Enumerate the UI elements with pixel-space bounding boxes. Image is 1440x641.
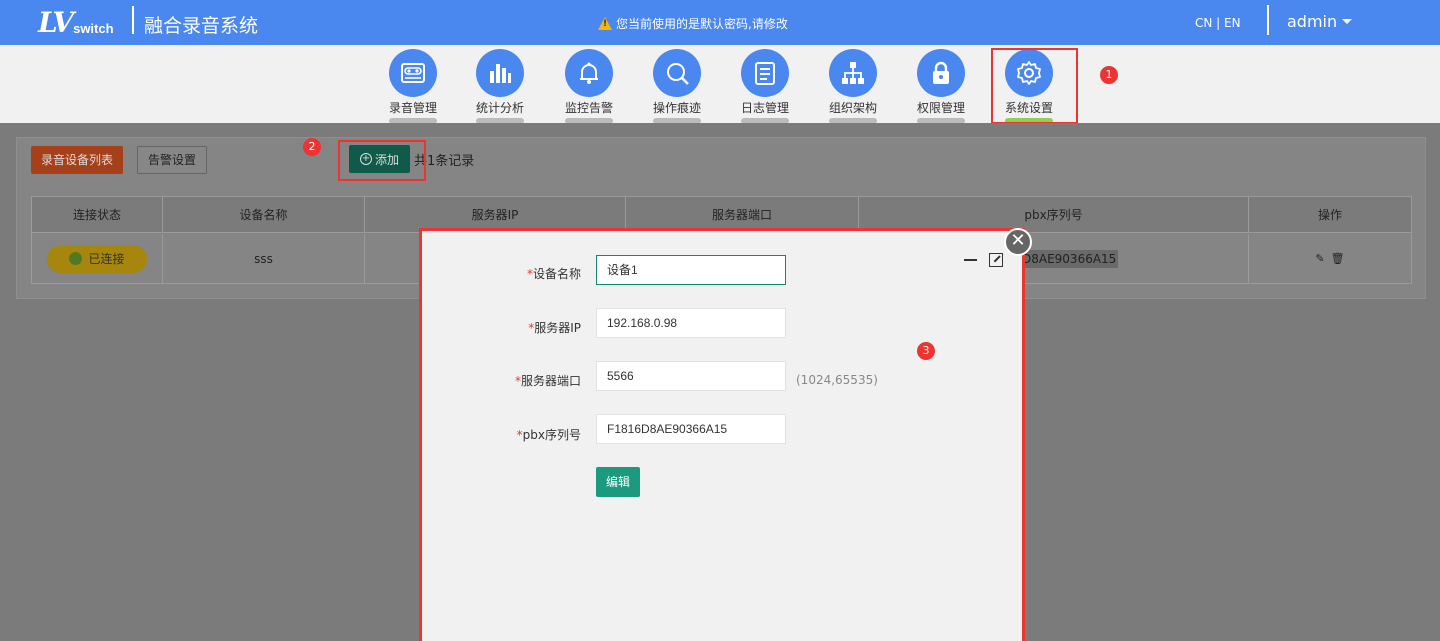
annotation-badge-3: 3 [917,342,935,360]
pbx-serial-label: *pbx序列号 [516,428,581,442]
col-device-name: 设备名称 [163,197,365,232]
server-port-input[interactable]: 5566 [596,361,786,391]
header-divider-2 [1267,5,1269,35]
caret-down-icon [1342,19,1353,24]
col-status: 连接状态 [32,197,163,232]
port-range-hint: (1024,65535) [796,373,878,387]
nav-label: 监控告警 [564,101,613,115]
annotation-box-1 [991,48,1078,124]
language-switch[interactable]: CN | EN [1195,16,1241,30]
server-port-label: *服务器端口 [514,374,581,388]
window-controls [964,253,1003,267]
device-name-input[interactable]: 设备1 [596,255,786,285]
org-chart-icon [829,49,877,97]
annotation-badge-1: 1 [1100,66,1118,84]
col-pbx-serial: pbx序列号 [859,197,1249,232]
pbx-serial-value: D8AE90366A15 [1020,249,1119,268]
col-server-ip: 服务器IP [365,197,626,232]
nav-monitor[interactable]: 监控告警 [552,49,626,124]
lock-icon [917,49,965,97]
minimize-icon[interactable] [964,259,977,261]
status-dot [69,252,83,265]
status-badge: 已连接 [47,244,147,273]
log-icon [741,49,789,97]
server-ip-label: *服务器IP [528,321,581,335]
top-header: LV switch 融合录音系统 ! 您当前使用的是默认密码,请修改 CN | … [0,0,1440,45]
cell-actions: ✎ 🗑 [1249,234,1411,283]
nav-permission[interactable]: 权限管理 [904,49,978,124]
col-actions: 操作 [1317,208,1342,222]
username: admin [1287,12,1338,31]
app-title: 融合录音系统 [144,15,259,37]
maximize-icon[interactable] [989,253,1003,267]
cell-status: 已连接 [32,234,163,283]
warning-icon: ! [598,17,612,30]
nav-label: 操作痕迹 [652,101,701,115]
bar-chart-icon [476,49,524,97]
server-ip-input[interactable]: 192.168.0.98 [596,308,786,338]
annotation-box-2 [338,140,426,181]
col-server-port: 服务器端口 [626,197,859,232]
default-password-warning[interactable]: ! 您当前使用的是默认密码,请修改 [598,15,788,32]
nav-label: 权限管理 [916,101,965,115]
logo: LV switch [38,6,114,38]
nav-statistics[interactable]: 统计分析 [463,49,537,124]
nav-label: 统计分析 [475,101,524,115]
nav-operation-trace[interactable]: 操作痕迹 [640,49,714,124]
nav-recording[interactable]: 录音管理 [376,49,450,124]
logo-sub: switch [73,21,114,36]
logo-main: LV [38,6,74,39]
bell-icon [565,49,613,97]
nav-organization[interactable]: 组织架构 [816,49,890,124]
device-name-label: *设备名称 [526,267,581,281]
nav-label: 录音管理 [388,101,437,115]
user-menu[interactable]: admin [1287,12,1353,31]
header-divider [132,6,134,34]
status-text: 已连接 [88,252,125,266]
delete-icon[interactable]: 🗑 [1331,252,1345,265]
pbx-serial-input[interactable]: F1816D8AE90366A15 [596,414,786,444]
edit-button[interactable]: 编辑 [596,467,640,497]
tab-device-list[interactable]: 录音设备列表 [31,146,123,174]
tab-alarm-settings[interactable]: 告警设置 [137,146,207,174]
edit-icon[interactable]: ✎ [1315,252,1324,265]
nav-label: 日志管理 [740,101,789,115]
nav-label: 组织架构 [828,101,877,115]
nav-log[interactable]: 日志管理 [728,49,802,124]
cell-device-name: sss [163,234,365,283]
warning-text: 您当前使用的是默认密码,请修改 [616,17,788,31]
main-nav: 录音管理 统计分析 监控告警 操作痕迹 日志管理 组织架构 权限管理 系统设置 [0,45,1440,124]
annotation-badge-2: 2 [303,138,321,156]
search-icon [653,49,701,97]
close-icon[interactable]: ✕ [1004,228,1032,256]
recorder-icon [389,49,437,97]
